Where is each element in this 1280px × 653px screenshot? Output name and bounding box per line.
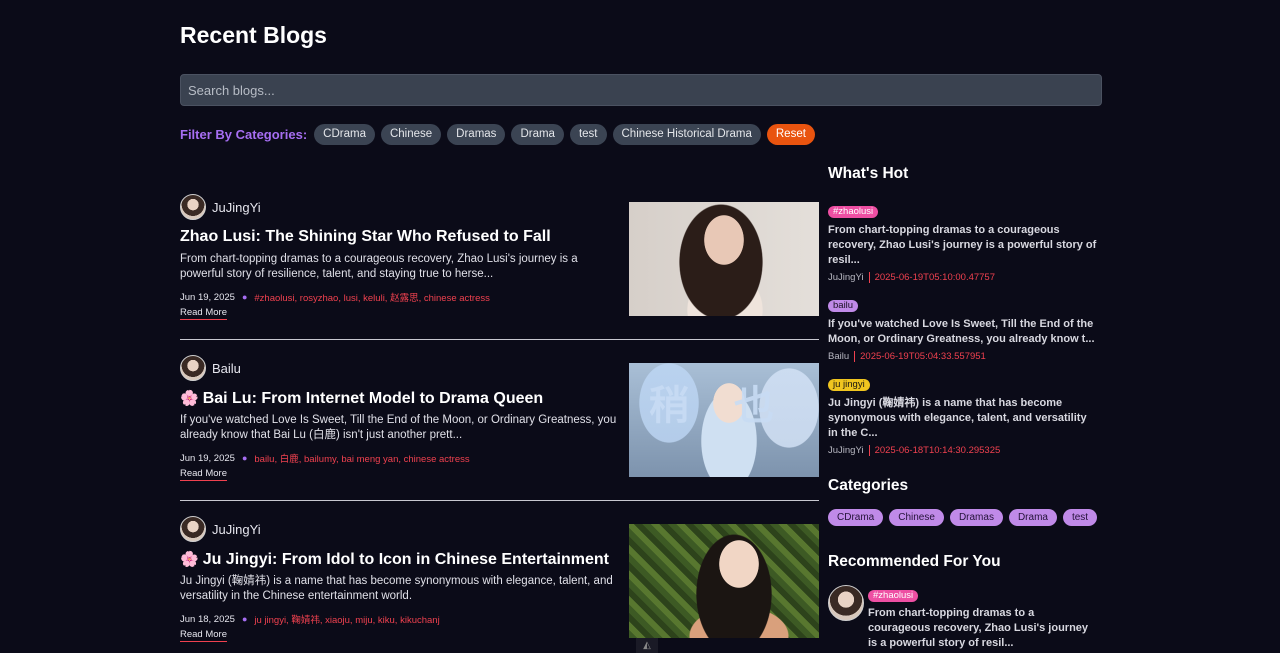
post-meta: Jun 18, 2025 ● ju jingyi, 鞠婧祎, xiaoju, m… xyxy=(180,612,440,627)
recommended-tag[interactable]: #zhaolusi xyxy=(868,590,919,602)
post-title-text: Bai Lu: From Internet Model to Drama Que… xyxy=(202,390,544,407)
author-avatar xyxy=(180,194,206,220)
hot-tag[interactable]: bailu xyxy=(828,300,859,312)
dot-separator-icon: ● xyxy=(241,453,248,463)
blog-post: Bailu 🌸 Bai Lu: From Internet Model to Dr… xyxy=(180,355,819,485)
divider xyxy=(180,339,819,340)
hot-author: Bailu xyxy=(828,351,850,362)
hot-date: 2025-06-18T10:14:30.295325 xyxy=(874,445,1001,456)
category-pill-chinese[interactable]: Chinese xyxy=(889,509,944,526)
category-pill-test[interactable]: test xyxy=(1062,509,1098,526)
read-more-link[interactable]: Read More xyxy=(180,307,227,320)
post-meta: Jun 19, 2025 ● #zhaolusi, rosyzhao, lusi… xyxy=(180,290,490,305)
hot-meta: JuJingYi 2025-06-19T05:10:00.47757 xyxy=(828,272,1098,283)
post-thumbnail[interactable] xyxy=(629,202,819,316)
filter-chip-test[interactable]: test xyxy=(569,124,607,145)
categories-heading: Categories xyxy=(828,477,909,494)
read-more-link[interactable]: Read More xyxy=(180,629,227,642)
flower-icon: 🌸 xyxy=(180,551,199,568)
logo-icon[interactable]: ◭ xyxy=(636,638,658,653)
hot-date: 2025-06-19T05:10:00.47757 xyxy=(874,272,995,283)
author-avatar xyxy=(180,355,206,381)
post-title[interactable]: 🌸 Ju Jingyi: From Idol to Icon in Chinese… xyxy=(180,550,620,569)
post-date: Jun 18, 2025 xyxy=(180,613,235,625)
search-input[interactable] xyxy=(180,74,1102,106)
post-tags[interactable]: ju jingyi, 鞠婧祎, xiaoju, miju, kiku, kiku… xyxy=(254,612,439,626)
hot-item[interactable]: bailu If you've watched Love Is Sweet, T… xyxy=(828,295,1098,362)
meta-separator xyxy=(854,351,856,362)
recommended-item[interactable]: #zhaolusi From chart-topping dramas to a… xyxy=(828,585,1102,651)
hot-author: JuJingYi xyxy=(828,272,864,283)
filter-chip-drama[interactable]: Drama xyxy=(511,124,564,145)
post-thumbnail[interactable] xyxy=(629,524,819,638)
read-more-link[interactable]: Read More xyxy=(180,468,227,481)
category-pill-drama[interactable]: Drama xyxy=(1008,509,1057,526)
blog-post: JuJingYi Zhao Lusi: The Shining Star Who… xyxy=(180,194,819,324)
post-date: Jun 19, 2025 xyxy=(180,452,235,464)
recommended-excerpt: From chart-topping dramas to a courageou… xyxy=(868,607,1089,649)
filter-chip-dramas[interactable]: Dramas xyxy=(447,124,506,145)
post-tags[interactable]: bailu, 白鹿, bailumy, bai meng yan, chines… xyxy=(254,451,469,465)
author-name: Bailu xyxy=(212,360,241,376)
flower-icon: 🌸 xyxy=(180,390,199,407)
hot-meta: JuJingYi 2025-06-18T10:14:30.295325 xyxy=(828,445,1098,456)
category-pill-cdrama[interactable]: CDrama xyxy=(828,509,884,526)
dot-separator-icon: ● xyxy=(241,614,248,624)
post-title-text: Ju Jingyi: From Idol to Icon in Chinese … xyxy=(202,551,609,568)
post-excerpt: From chart-topping dramas to a courageou… xyxy=(180,253,578,280)
filter-label: Filter By Categories: xyxy=(180,127,308,142)
recommended-avatar xyxy=(828,585,864,621)
blog-post: JuJingYi 🌸 Ju Jingyi: From Idol to Icon i… xyxy=(180,516,819,646)
meta-separator xyxy=(868,272,870,283)
category-filter: Filter By Categories: CDrama Chinese Dra… xyxy=(180,124,815,145)
hot-date: 2025-06-19T05:04:33.557951 xyxy=(860,351,986,362)
hot-tag[interactable]: #zhaolusi xyxy=(828,206,879,218)
hot-tag[interactable]: ju jingyi xyxy=(828,379,870,391)
hot-excerpt: If you've watched Love Is Sweet, Till th… xyxy=(828,318,1095,345)
author-name: JuJingYi xyxy=(212,521,261,537)
category-pill-dramas[interactable]: Dramas xyxy=(949,509,1003,526)
filter-chip-chinese[interactable]: Chinese xyxy=(380,124,442,145)
post-excerpt: Ju Jingyi (鞠婧祎) is a name that has becom… xyxy=(180,575,613,602)
post-title[interactable]: Zhao Lusi: The Shining Star Who Refused … xyxy=(180,228,620,246)
post-author[interactable]: Bailu xyxy=(180,355,241,381)
post-tags[interactable]: #zhaolusi, rosyzhao, lusi, keluli, 赵露思, … xyxy=(254,290,490,304)
post-date: Jun 19, 2025 xyxy=(180,291,235,303)
meta-separator xyxy=(868,445,870,456)
post-author[interactable]: JuJingYi xyxy=(180,516,261,542)
hot-excerpt: From chart-topping dramas to a courageou… xyxy=(828,224,1097,266)
category-list: CDrama Chinese Dramas Drama test xyxy=(828,509,1098,526)
page-title: Recent Blogs xyxy=(180,22,327,48)
hot-meta: Bailu 2025-06-19T05:04:33.557951 xyxy=(828,351,1098,362)
post-meta: Jun 19, 2025 ● bailu, 白鹿, bailumy, bai m… xyxy=(180,451,470,466)
whats-hot-heading: What's Hot xyxy=(828,165,909,182)
post-title[interactable]: 🌸 Bai Lu: From Internet Model to Drama Qu… xyxy=(180,389,620,408)
filter-chip-cdrama[interactable]: CDrama xyxy=(314,124,375,145)
author-name: JuJingYi xyxy=(212,199,261,215)
post-thumbnail[interactable]: 稍也 xyxy=(629,363,819,477)
thumbnail-title-text: 稍也 xyxy=(649,384,819,428)
post-title-text: Zhao Lusi: The Shining Star Who Refused … xyxy=(180,228,551,245)
hot-author: JuJingYi xyxy=(828,445,864,456)
recommended-heading: Recommended For You xyxy=(828,553,1001,570)
post-excerpt: If you've watched Love Is Sweet, Till th… xyxy=(180,414,617,441)
hot-item[interactable]: ju jingyi Ju Jingyi (鞠婧祎) is a name that… xyxy=(828,374,1098,456)
filter-chip-chinese-historical-drama[interactable]: Chinese Historical Drama xyxy=(612,124,761,145)
author-avatar xyxy=(180,516,206,542)
dot-separator-icon: ● xyxy=(241,292,248,302)
divider xyxy=(180,500,819,501)
hot-excerpt: Ju Jingyi (鞠婧祎) is a name that has becom… xyxy=(828,397,1087,439)
hot-item[interactable]: #zhaolusi From chart-topping dramas to a… xyxy=(828,201,1098,283)
post-author[interactable]: JuJingYi xyxy=(180,194,261,220)
reset-button[interactable]: Reset xyxy=(766,124,815,145)
